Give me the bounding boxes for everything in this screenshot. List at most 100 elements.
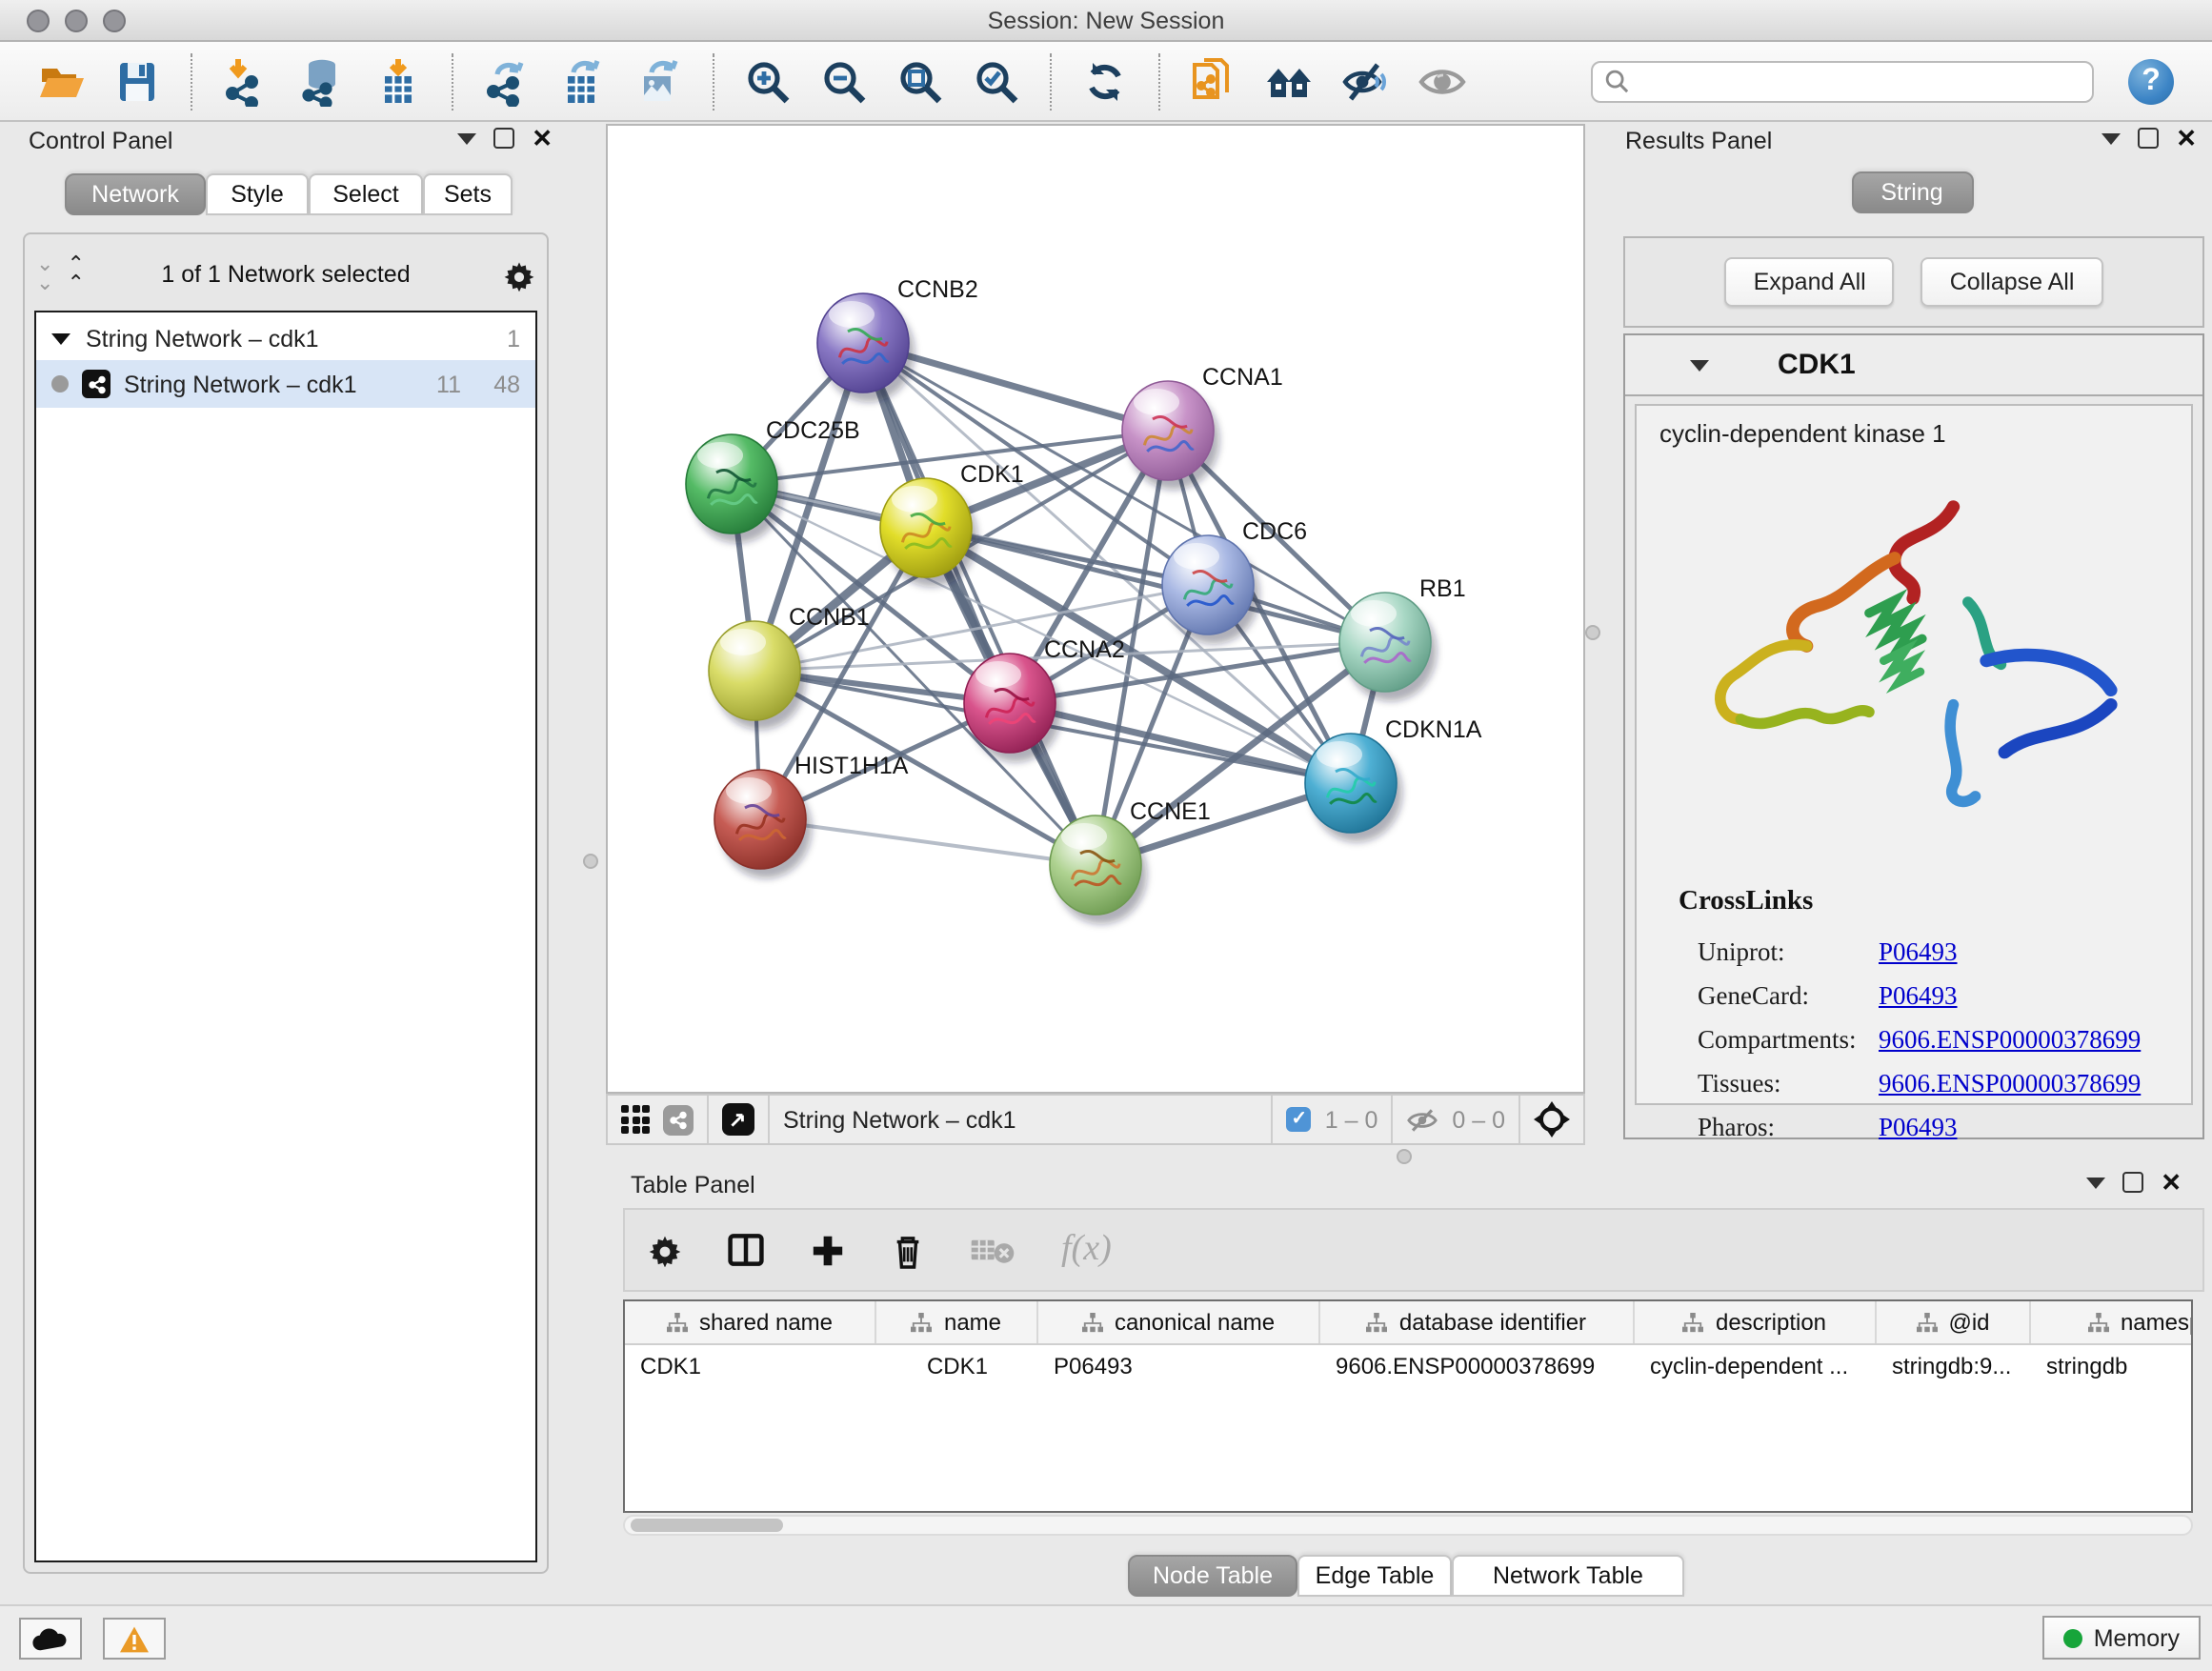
panel-float-icon[interactable]	[2122, 1172, 2143, 1193]
left-splitter-handle[interactable]	[583, 854, 598, 869]
hide-graphics-icon[interactable]	[1337, 52, 1395, 110]
tab-network[interactable]: Network	[65, 173, 206, 215]
refresh-icon[interactable]	[1076, 52, 1134, 110]
network-collection-row[interactable]: String Network – cdk1 1	[36, 318, 535, 360]
import-table-icon[interactable]	[370, 52, 427, 110]
network-manager: ⌄⌄ ⌃⌃ 1 of 1 Network selected String Net…	[23, 232, 549, 1574]
panel-close-icon[interactable]: ✕	[2176, 129, 2197, 148]
table-cell[interactable]: CDK1	[876, 1345, 1038, 1387]
crosslink-link[interactable]: P06493	[1879, 930, 1958, 974]
column-header-name[interactable]: name	[876, 1301, 1038, 1343]
network-node-CCNB2[interactable]: CCNB2	[817, 276, 978, 402]
show-graphics-icon[interactable]	[1414, 52, 1471, 110]
add-column-icon[interactable]	[810, 1232, 846, 1268]
detach-view-icon[interactable]	[722, 1103, 754, 1136]
crosslink-link[interactable]: P06493	[1879, 1105, 1958, 1149]
tab-edge-table[interactable]: Edge Table	[1297, 1555, 1452, 1597]
delete-column-icon[interactable]	[892, 1232, 924, 1268]
column-header-canonical-name[interactable]: canonical name	[1038, 1301, 1320, 1343]
zoom-fit-icon[interactable]	[892, 52, 949, 110]
network-node-CCNA1[interactable]: CCNA1	[1122, 364, 1283, 490]
delete-table-icon[interactable]	[970, 1235, 1016, 1265]
network-node-CDK1[interactable]: CDK1	[880, 461, 1024, 587]
horizontal-splitter-handle[interactable]	[1397, 1149, 1412, 1164]
collection-expand-icon[interactable]	[51, 333, 70, 345]
share-document-icon[interactable]	[1185, 52, 1242, 110]
table-cell[interactable]: 9606.ENSP00000378699	[1320, 1345, 1635, 1387]
zoom-out-icon[interactable]	[815, 52, 873, 110]
zoom-selected-icon[interactable]	[968, 52, 1025, 110]
node-label: CDK1	[960, 461, 1024, 488]
column-header-shared-name[interactable]: shared name	[625, 1301, 876, 1343]
panel-menu-icon[interactable]	[2086, 1177, 2105, 1188]
node-label: CCNA2	[1044, 636, 1125, 663]
column-header-namespace[interactable]: namespace	[2031, 1301, 2193, 1343]
collapse-all-button[interactable]: Collapse All	[1921, 257, 2103, 307]
function-builder-icon[interactable]: f(x)	[1061, 1229, 1112, 1271]
network-row-selected[interactable]: String Network – cdk1 11 48	[36, 360, 535, 408]
table-settings-gear-icon[interactable]	[648, 1233, 682, 1267]
tab-sets[interactable]: Sets	[423, 173, 513, 215]
panel-menu-icon[interactable]	[2101, 132, 2121, 144]
network-canvas[interactable]: CCNB2CCNA1CDC25BCDK1CDC6RB1CCNB1CCNA2CDK…	[606, 124, 1585, 1094]
grid-view-icon[interactable]	[621, 1105, 650, 1134]
birdseye-navigator-icon[interactable]	[1534, 1101, 1570, 1137]
column-header-database-identifier[interactable]: database identifier	[1320, 1301, 1635, 1343]
export-network-icon[interactable]	[478, 52, 535, 110]
zoom-in-icon[interactable]	[739, 52, 796, 110]
scrollbar-thumb[interactable]	[631, 1519, 783, 1532]
help-icon[interactable]: ?	[2128, 58, 2174, 104]
column-header-description[interactable]: description	[1635, 1301, 1877, 1343]
network-node-CDC6[interactable]: CDC6	[1162, 518, 1307, 644]
import-network-icon[interactable]	[217, 52, 274, 110]
hidden-eye-icon[interactable]	[1406, 1106, 1438, 1133]
table-cell[interactable]: P06493	[1038, 1345, 1320, 1387]
panel-close-icon[interactable]: ✕	[2161, 1173, 2182, 1192]
panel-close-icon[interactable]: ✕	[532, 129, 553, 148]
protein-section-header[interactable]: CDK1	[1625, 335, 2202, 396]
table-cell[interactable]: CDK1	[625, 1345, 876, 1387]
crosslink-row: Pharos:P06493	[1679, 1105, 2172, 1149]
show-columns-icon[interactable]	[728, 1233, 764, 1267]
results-panel-title: Results Panel	[1625, 128, 1772, 154]
window-title: Session: New Session	[0, 8, 2212, 34]
tab-network-table[interactable]: Network Table	[1452, 1555, 1684, 1597]
save-session-icon[interactable]	[109, 52, 166, 110]
cloud-button[interactable]	[19, 1618, 82, 1660]
open-file-icon[interactable]	[32, 52, 90, 110]
network-node-CDKN1A[interactable]: CDKN1A	[1305, 716, 1482, 842]
tab-string[interactable]: String	[1851, 171, 1973, 213]
home-icon[interactable]	[1261, 52, 1318, 110]
column-header-@id[interactable]: @id	[1877, 1301, 2031, 1343]
panel-float-icon[interactable]	[493, 128, 514, 149]
expand-all-button[interactable]: Expand All	[1725, 257, 1895, 307]
network-node-CDC25B[interactable]: CDC25B	[686, 417, 860, 543]
table-cell[interactable]: stringdb	[2031, 1345, 2193, 1387]
section-collapse-icon[interactable]	[1690, 359, 1709, 371]
table-cell[interactable]: cyclin-dependent ...	[1635, 1345, 1877, 1387]
warnings-button[interactable]	[103, 1618, 166, 1660]
export-image-icon[interactable]	[631, 52, 688, 110]
crosslink-link[interactable]: 9606.ENSP00000378699	[1879, 1061, 2141, 1105]
tab-select[interactable]: Select	[309, 173, 423, 215]
node-label: CDC25B	[766, 417, 860, 444]
export-table-icon[interactable]	[554, 52, 612, 110]
import-database-icon[interactable]	[293, 52, 351, 110]
status-bar: Memory	[0, 1604, 2212, 1671]
network-node-HIST1H1A[interactable]: HIST1H1A	[714, 753, 909, 878]
tab-node-table[interactable]: Node Table	[1128, 1555, 1297, 1597]
crosslink-label: Compartments:	[1679, 1017, 1879, 1061]
selected-indicator-checkbox[interactable]: ✓	[1287, 1107, 1312, 1132]
network-node-RB1[interactable]: RB1	[1339, 575, 1466, 701]
crosslink-link[interactable]: 9606.ENSP00000378699	[1879, 1017, 2141, 1061]
network-share-icon[interactable]	[663, 1104, 694, 1135]
search-input[interactable]	[1591, 60, 2094, 102]
tab-style[interactable]: Style	[206, 173, 309, 215]
panel-menu-icon[interactable]	[457, 132, 476, 144]
memory-button[interactable]: Memory	[2042, 1616, 2201, 1660]
table-cell[interactable]: stringdb:9...	[1877, 1345, 2031, 1387]
table-horizontal-scrollbar[interactable]	[623, 1515, 2193, 1536]
right-splitter-handle[interactable]	[1585, 625, 1600, 640]
crosslink-link[interactable]: P06493	[1879, 974, 1958, 1017]
panel-float-icon[interactable]	[2138, 128, 2159, 149]
